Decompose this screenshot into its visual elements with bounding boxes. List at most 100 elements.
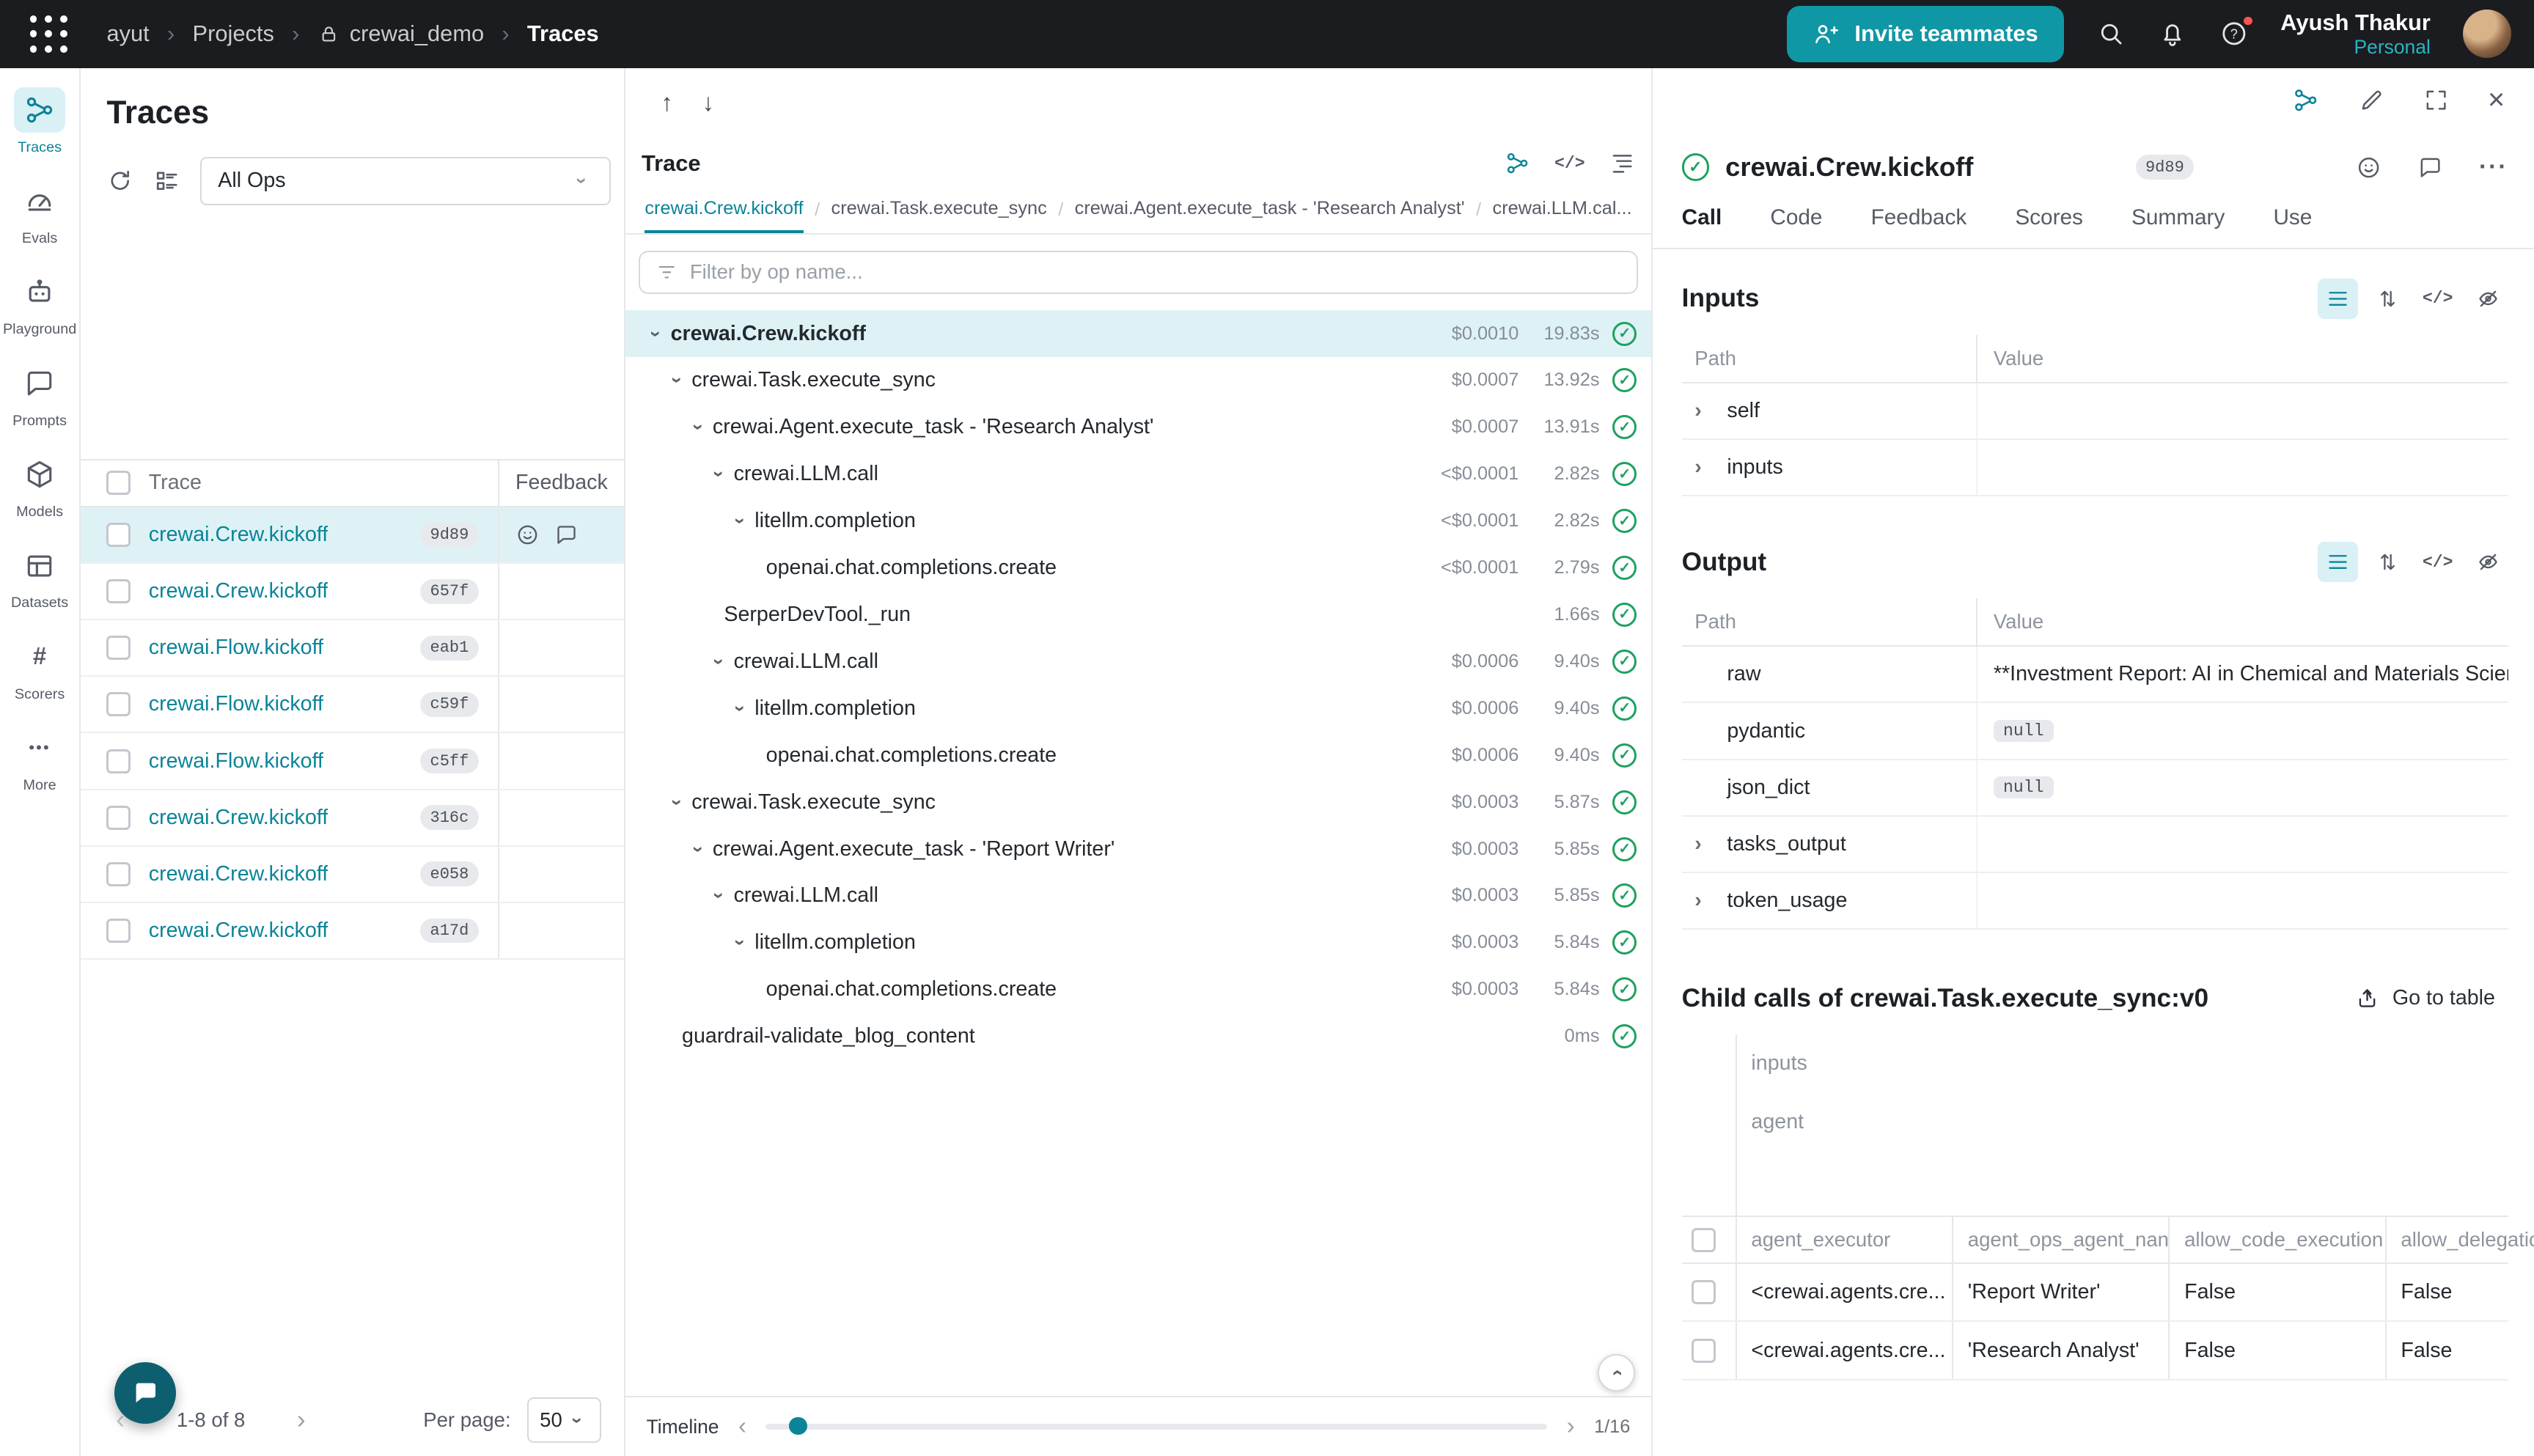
row-checkbox[interactable] [106,692,131,716]
sidebar-item-evals[interactable]: Evals [1,178,78,247]
comment-icon[interactable] [2417,155,2443,180]
trace-tree-row[interactable]: ›crewai.Agent.execute_task - 'Research A… [625,404,1651,451]
trace-tree-row[interactable]: ›litellm.completion$0.00035.84s✓ [625,919,1651,966]
row-checkbox[interactable] [1692,1339,1716,1363]
per-page-select[interactable]: 50 › [527,1397,601,1443]
tab-scores[interactable]: Scores [2015,205,2083,248]
sidebar-item-traces[interactable]: Traces [1,87,78,156]
row-checkbox[interactable] [106,749,131,773]
table-row[interactable]: crewai.Crew.kickoff316c [81,790,624,847]
table-row[interactable]: <crewai.agents.cre... 'Research Analyst'… [1682,1322,2508,1380]
row-checkbox[interactable] [1692,1280,1716,1304]
flame-graph-icon[interactable] [1609,150,1635,176]
kv-row[interactable]: ›tasks_output [1682,817,2508,873]
add-emoji-icon[interactable] [2356,155,2381,180]
timeline-next-icon[interactable]: › [1567,1413,1575,1441]
table-row[interactable]: crewai.Flow.kickoffc5ff [81,733,624,790]
sidebar-item-models[interactable]: Models [1,452,78,521]
timeline-prev-icon[interactable]: › [738,1413,746,1441]
trace-tree-row[interactable]: ›litellm.completion$0.00069.40s✓ [625,685,1651,732]
select-all-checkbox[interactable] [106,471,131,495]
kv-row[interactable]: json_dictnull [1682,760,2508,817]
chevron-down-icon[interactable]: › [729,510,752,532]
chevron-right-icon[interactable]: › [1694,832,1727,856]
chevron-down-icon[interactable]: › [729,697,752,720]
chevron-down-icon[interactable]: › [729,931,752,954]
breadcrumb-projects[interactable]: Projects [193,21,274,47]
trace-tree-row[interactable]: ›crewai.LLM.call$0.00069.40s✓ [625,638,1651,685]
tab-feedback[interactable]: Feedback [1871,205,1967,248]
row-checkbox[interactable] [106,806,131,830]
kv-row[interactable]: pydanticnull [1682,703,2508,760]
list-view-icon[interactable] [2318,542,2358,582]
tab-call[interactable]: Call [1682,205,1722,248]
ops-filter-select[interactable]: All Ops › [200,157,611,205]
column-header[interactable]: agent_executor [1737,1217,1953,1262]
trace-tree-row[interactable]: ›crewai.LLM.call<$0.00012.82s✓ [625,451,1651,498]
chevron-down-icon[interactable]: › [644,323,667,345]
chevron-right-icon[interactable]: › [1694,399,1727,423]
select-all-checkbox[interactable] [1692,1228,1716,1252]
page-next-icon[interactable]: › [287,1405,315,1435]
table-row[interactable]: crewai.Flow.kickoffc59f [81,677,624,733]
prev-trace-icon[interactable]: ↑ [661,89,673,117]
row-checkbox[interactable] [106,862,131,886]
chevron-down-icon[interactable]: › [666,369,688,392]
kv-row[interactable]: ›self [1682,383,2508,440]
trace-link[interactable]: crewai.Flow.kickoff [149,692,323,716]
chevron-right-icon[interactable]: › [1694,455,1727,479]
column-settings-icon[interactable] [153,167,180,194]
fullscreen-icon[interactable] [2423,87,2449,113]
kv-row[interactable]: ›inputs [1682,440,2508,496]
expand-collapse-icon[interactable] [2368,279,2408,319]
chevron-down-icon[interactable]: › [708,650,730,673]
edit-pencil-icon[interactable] [2359,87,2384,113]
tab-use[interactable]: Use [2273,205,2312,248]
list-view-icon[interactable] [2318,279,2358,319]
tab-summary[interactable]: Summary [2131,205,2225,248]
hide-values-icon[interactable] [2468,279,2508,319]
chevron-down-icon[interactable]: › [687,416,710,438]
refresh-icon[interactable] [106,167,133,194]
row-checkbox[interactable] [106,579,131,603]
trace-tree-row[interactable]: ›crewai.Crew.kickoff$0.001019.83s✓ [625,310,1651,357]
help-icon[interactable]: ? [2219,19,2249,48]
close-icon[interactable]: × [2488,86,2505,115]
table-row[interactable]: <crewai.agents.cre... 'Report Writer' Fa… [1682,1264,2508,1322]
call-crumb[interactable]: crewai.Task.execute_sync [831,188,1047,233]
trace-link[interactable]: crewai.Crew.kickoff [149,806,328,830]
timeline-slider-knob[interactable] [789,1417,807,1435]
trace-link[interactable]: crewai.Crew.kickoff [149,579,328,603]
chevron-down-icon[interactable]: › [708,885,730,908]
tab-code[interactable]: Code [1770,205,1822,248]
column-header[interactable]: agent_ops_agent_nan [1953,1217,2170,1262]
trace-link[interactable]: crewai.Crew.kickoff [149,523,328,547]
sidebar-item-playground[interactable]: Playground [1,270,78,339]
trace-tree-row[interactable]: ›crewai.Task.execute_sync$0.000713.92s✓ [625,357,1651,404]
column-header[interactable]: allow_delegation [2387,1217,2534,1262]
row-checkbox[interactable] [106,636,131,660]
overflow-menu-icon[interactable]: ··· [2479,153,2508,181]
timeline-mode-select[interactable]: Timeline [647,1416,719,1438]
sidebar-item-more[interactable]: ••• More [1,726,78,795]
trace-tree-row[interactable]: openai.chat.completions.create$0.00069.4… [625,732,1651,779]
row-checkbox[interactable] [106,919,131,943]
trace-link[interactable]: crewai.Flow.kickoff [149,749,323,773]
notifications-bell-icon[interactable] [2158,19,2187,48]
trace-tree-row[interactable]: guardrail-validate_blog_content0ms✓ [625,1013,1651,1060]
call-crumb[interactable]: crewai.Agent.execute_task - 'Research An… [1075,188,1465,233]
call-crumb[interactable]: crewai.Crew.kickoff [644,188,803,233]
sidebar-item-datasets[interactable]: Datasets [1,543,78,612]
chevron-down-icon[interactable]: › [708,463,730,485]
scroll-to-top-button[interactable]: › [1598,1354,1635,1391]
trace-tree-row[interactable]: SerperDevTool._run1.66s✓ [625,592,1651,639]
go-to-table-button[interactable]: Go to table [2343,978,2508,1018]
column-header[interactable]: allow_code_execution [2170,1217,2386,1262]
breadcrumb-page[interactable]: Traces [527,21,599,47]
trace-tree-row[interactable]: ›crewai.Agent.execute_task - 'Report Wri… [625,826,1651,872]
search-icon[interactable] [2096,19,2126,48]
table-row[interactable]: crewai.Crew.kickoff657f [81,564,624,620]
kv-row[interactable]: ›token_usage [1682,873,2508,930]
trace-tree-row[interactable]: ›litellm.completion<$0.00012.82s✓ [625,498,1651,545]
breadcrumb-entity[interactable]: ayut [106,21,149,47]
